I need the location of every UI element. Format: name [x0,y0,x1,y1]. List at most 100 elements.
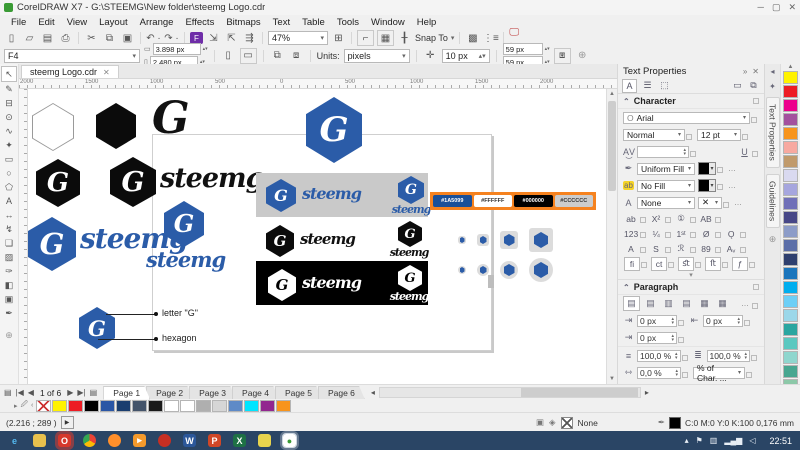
taskbar-app[interactable] [108,434,121,447]
polygon-tool[interactable]: ⬠ [2,180,16,194]
steemg-wordmark-black[interactable]: steemg [160,165,264,192]
document-palette-swatch[interactable] [84,399,100,412]
menu-item[interactable]: File [6,16,31,29]
document-palette-swatch[interactable] [132,399,148,412]
portrait-icon[interactable]: ▯ [221,49,236,63]
outline-pen-tool[interactable]: ✒ [2,306,16,320]
palette-swatch[interactable] [783,71,798,84]
horizontal-ruler[interactable]: 2000 1500 1000 500 0 500 1000 1500 2000 [19,79,617,89]
document-palette-swatch[interactable] [36,399,52,412]
opentype-feature-button[interactable]: ① [674,213,696,225]
align-force-button[interactable]: ▦ [715,297,730,310]
add-toolbar-icon[interactable]: ⊕ [575,49,590,63]
dock-arrow-icon[interactable]: ◂ [770,67,774,76]
add-docker-icon[interactable]: ⊕ [769,234,777,245]
last-page-icon[interactable]: ▶| [77,388,85,397]
page-tab[interactable]: Page 4 [232,386,279,400]
current-page-icon[interactable]: ⧈ [289,49,304,63]
font-style-combobox[interactable]: Normal ▾ [623,128,692,141]
tray-icon[interactable]: ⚑ [696,436,703,445]
underline-icon[interactable]: U [739,147,758,157]
document-palette-swatch[interactable] [244,399,260,412]
page-preset-combobox[interactable]: F4 ▾ [4,48,140,63]
scroll-left-icon[interactable]: ◂ [371,388,375,397]
fill-settings-icon[interactable]: … [728,164,737,173]
docker-collapse-icon[interactable]: » [743,67,747,76]
save-icon[interactable]: ▤ [40,31,55,45]
docker-close-icon[interactable]: ✕ [752,67,759,76]
outline-settings-icon[interactable]: … [734,198,743,207]
opentype-feature-button[interactable]: Aᵥ [724,243,746,255]
char-spacing-field[interactable]: 0,0 % ▴ ▾ [637,366,688,379]
smart-fill-tool[interactable]: ▣ [2,292,16,306]
palette-swatch[interactable] [783,99,798,112]
blue-hexagon-g-logo[interactable]: G [28,217,76,271]
icon-size-samples-square[interactable] [458,227,598,253]
left-indent-field[interactable]: 0 px ▴ ▾ [637,331,684,344]
space-after-field[interactable]: 100,0 % ▴ ▾ [706,349,757,362]
opentype-feature-button[interactable]: 123 [624,228,647,240]
add-page-icon[interactable]: ▤ [4,388,12,397]
palette-swatch[interactable] [783,323,798,336]
opentype-feature-button[interactable]: ﬅ [705,256,728,271]
import-styles-icon[interactable]: ▭ [731,80,744,92]
vertical-scrollbar[interactable]: ▲ ▼ [606,89,617,384]
align-justify-button[interactable]: ▦ [697,297,712,310]
document-palette-swatch[interactable] [212,399,228,412]
opentype-feature-button[interactable]: A [624,243,646,255]
page-width-spinner[interactable]: ▴▾ [203,46,208,52]
palette-swatch[interactable] [783,183,798,196]
white-banner[interactable]: G steemg G steemg [256,221,429,259]
opentype-feature-button[interactable]: X² [649,213,671,225]
palette-swatch[interactable] [783,281,798,294]
outline-hexagon-shape[interactable] [32,103,74,151]
background-fill-combobox[interactable]: No Fill ▾ [637,179,695,192]
palette-swatch[interactable] [783,309,798,322]
add-page-icon[interactable]: ▤ [90,388,98,397]
dimension-tool[interactable]: ↔ [2,208,16,222]
tray-icon[interactable]: ▥ [710,436,718,445]
background-settings-icon[interactable]: … [728,181,737,190]
document-palette-swatch[interactable] [164,399,180,412]
opentype-feature-button[interactable]: ﬆ [678,256,701,271]
page-tab[interactable]: Page 6 [318,386,365,400]
duplicate-x-field[interactable]: 59 px [502,43,543,55]
opentype-feature-button[interactable]: Ǫ [724,228,747,240]
align-more-icon[interactable]: … [741,299,758,309]
scroll-up-icon[interactable]: ▲ [607,89,617,99]
palette-eyedropper-icon[interactable]: 🖉 [21,400,28,411]
background-color-swatch[interactable]: ▾ [698,179,723,192]
play-icon[interactable]: ▶ [60,416,74,429]
artistic-media-tool[interactable]: ✦ [2,138,16,152]
minimize-button[interactable]: ─ [758,2,764,13]
duplicate-x-spinner[interactable]: ▴▾ [545,46,550,52]
align-right-button[interactable]: ▤ [679,297,694,310]
menu-item[interactable]: Table [297,16,330,29]
taskbar-app[interactable] [33,434,46,447]
rectangle-tool[interactable]: ▭ [2,152,16,166]
export-icon[interactable]: ⇱ [224,31,239,45]
opentype-feature-button[interactable]: ¼ [649,228,672,240]
document-palette-swatch[interactable] [260,399,276,412]
fill-type-combobox[interactable]: Uniform Fill ▾ [637,162,695,175]
document-palette-swatch[interactable] [116,399,132,412]
character-tab-icon[interactable]: A [622,78,637,93]
page-width-field[interactable]: 3.898 px [152,43,201,55]
palette-swatch[interactable] [783,295,798,308]
treat-as-filled-icon[interactable]: ⧆ [553,47,571,64]
palette-swatch[interactable] [783,155,798,168]
black-hexagon-shape[interactable] [96,103,136,149]
menu-item[interactable]: Text [268,16,295,29]
fullscreen-preview-icon[interactable]: ⌐ [357,30,374,46]
scroll-right-icon[interactable]: ▸ [645,388,649,397]
menu-item[interactable]: Effects [180,16,219,29]
document-palette-swatch[interactable] [148,399,164,412]
palette-swatch[interactable] [783,239,798,252]
new-icon[interactable]: ▯ [4,31,19,45]
opentype-feature-button[interactable]: Ø [699,228,722,240]
launcher-icon[interactable]: ⋮≡ [483,31,499,45]
drop-shadow-tool[interactable]: ❏ [2,236,16,250]
docker-vertical-tab[interactable]: Guidelines [765,173,780,228]
tray-icon[interactable]: ◁ [749,436,755,445]
taskbar-app[interactable]: ● [282,433,297,448]
